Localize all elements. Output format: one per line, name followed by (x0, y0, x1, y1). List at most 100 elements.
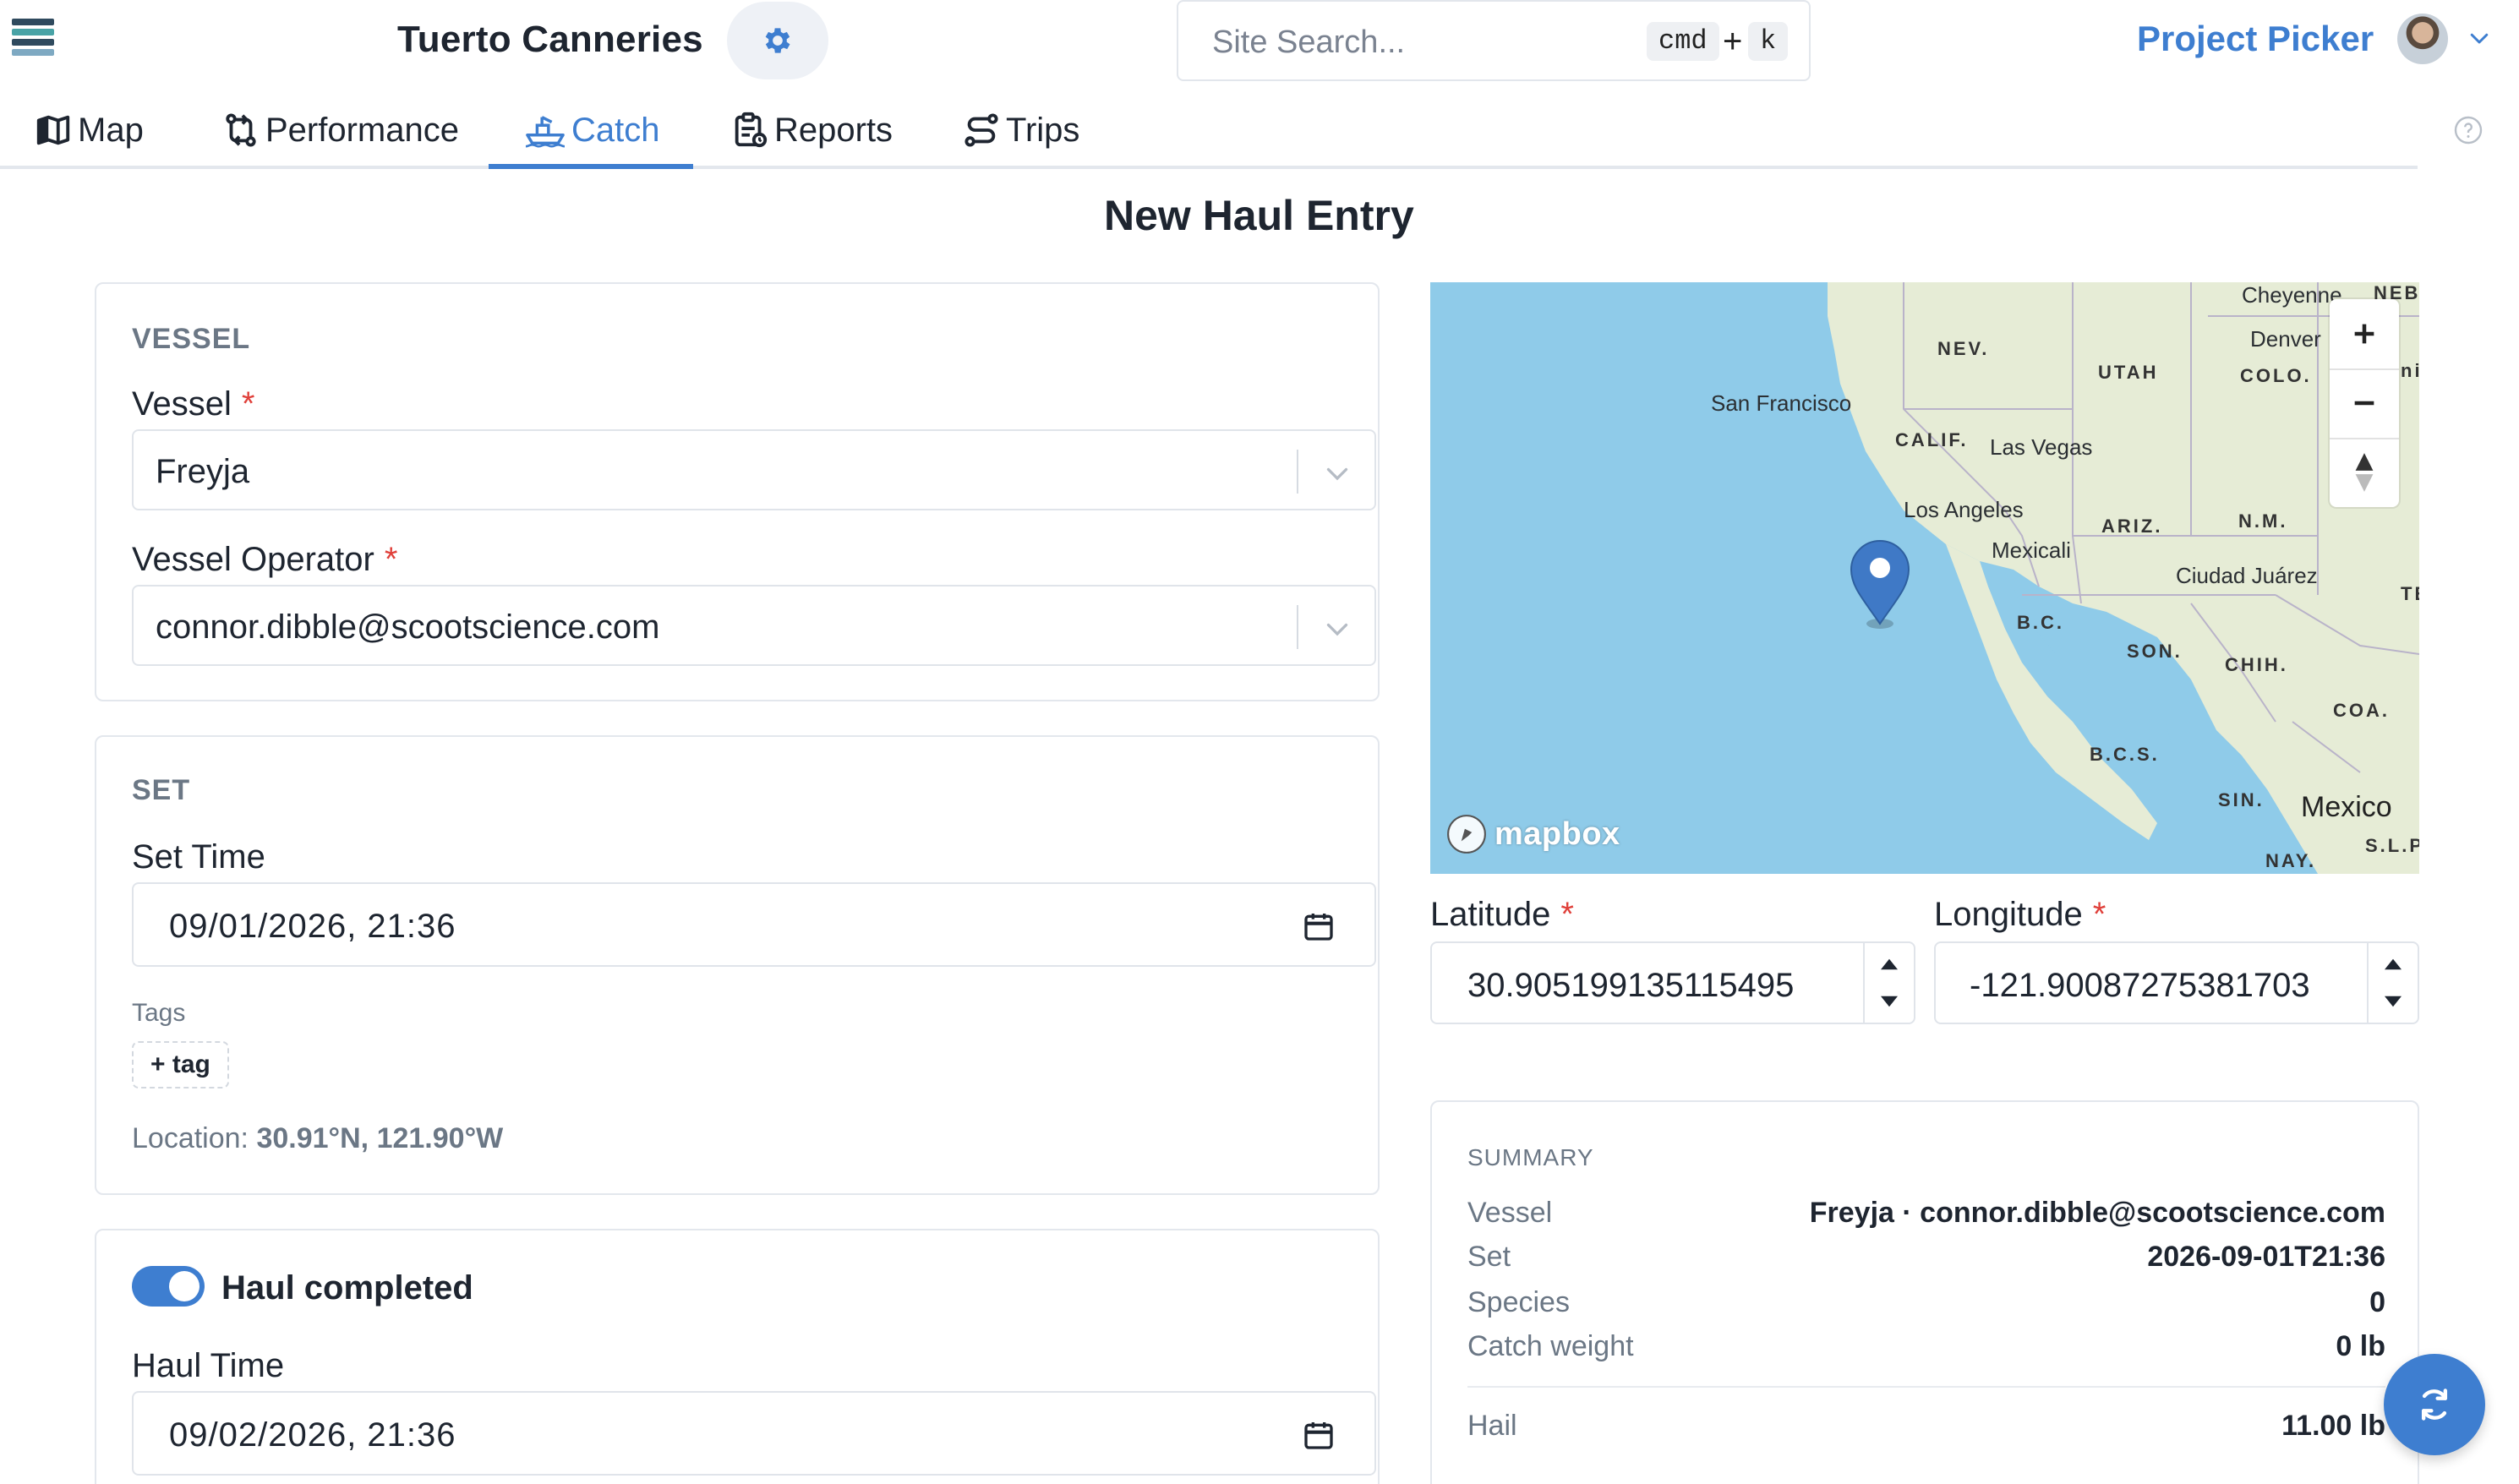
longitude-value: -121.90087275381703 (1970, 967, 2310, 1004)
summary-value: 11.00 lb (2281, 1410, 2385, 1442)
map-label-san-francisco: San Francisco (1711, 390, 1852, 416)
performance-icon (226, 113, 256, 147)
vessel-select[interactable]: Freyja (132, 429, 1376, 510)
longitude-label: Longitude * (1934, 896, 2106, 934)
shortcut-key-cmd: cmd (1647, 22, 1719, 61)
shortcut-key-k: k (1748, 22, 1789, 61)
latitude-spinner (1863, 943, 1914, 1023)
calendar-icon[interactable] (1302, 1418, 1336, 1452)
map-label-cheyenne: Cheyenne (2242, 282, 2342, 308)
spin-up-icon[interactable] (1877, 952, 1902, 977)
active-tab-indicator (489, 164, 693, 169)
vessel-card: VESSEL Vessel * Freyja Vessel Operator * c… (95, 282, 1380, 701)
reset-bearing-button[interactable] (2330, 438, 2399, 507)
map-label-nay: NAY. (2265, 850, 2317, 871)
mapbox-logo-icon (1447, 815, 1486, 854)
longitude-input[interactable]: -121.90087275381703 (1934, 941, 2419, 1024)
gear-icon (765, 28, 790, 53)
select-separator (1297, 605, 1298, 649)
tab-map[interactable]: Map (34, 91, 144, 169)
chevron-down-icon[interactable] (2467, 25, 2492, 51)
tab-performance[interactable]: Performance (221, 91, 459, 169)
map-label-ariz: ARIZ. (2101, 516, 2163, 537)
vessel-label: Vessel * (132, 385, 254, 423)
mapbox-attribution[interactable]: mapbox (1445, 813, 1620, 855)
map-label-mexico: Mexico (2301, 791, 2392, 823)
map-zoom-controls (2330, 299, 2399, 507)
location-prefix: Location: (132, 1122, 249, 1154)
map-label-sin: SIN. (2218, 789, 2265, 810)
map-label-denver: Denver (2250, 326, 2321, 352)
map-label-slp: S.L.P (2365, 835, 2419, 856)
map-label-calif: CALIF. (1895, 429, 1969, 450)
latitude-input[interactable]: 30.905199135115495 (1430, 941, 1915, 1024)
summary-row-set: Set 2026-09-01T21:36 (1467, 1241, 2385, 1278)
project-picker-link[interactable]: Project Picker (2137, 19, 2374, 59)
longitude-spinner (2367, 943, 2418, 1023)
summary-value: Freyja · connor.dibble@scootscience.com (1809, 1197, 2385, 1229)
site-search-input[interactable] (1212, 20, 1618, 64)
avatar[interactable] (2397, 14, 2448, 64)
set-time-input[interactable]: 09/01/2026, 21:36 (132, 882, 1376, 967)
set-time-value: 09/01/2026, 21:36 (169, 908, 456, 945)
vessel-operator-label: Vessel Operator * (132, 541, 397, 579)
summary-key: Vessel (1467, 1197, 1553, 1229)
tab-label: Trips (1006, 111, 1080, 149)
calendar-icon[interactable] (1302, 909, 1336, 943)
vessel-operator-select[interactable]: connor.dibble@scootscience.com (132, 585, 1376, 666)
summary-key: Species (1467, 1286, 1570, 1318)
summary-row-species: Species 0 (1467, 1286, 2385, 1323)
required-mark: * (1560, 896, 1574, 933)
plus-icon (2354, 324, 2374, 344)
summary-value: 2026-09-01T21:36 (2147, 1241, 2385, 1273)
zoom-in-button[interactable] (2330, 299, 2399, 368)
required-mark: * (241, 385, 255, 423)
tab-trips[interactable]: Trips (962, 91, 1079, 169)
chevron-down-icon[interactable] (1322, 614, 1352, 644)
tab-label: Performance (265, 111, 459, 149)
tab-catch[interactable]: Catch (524, 91, 660, 169)
main-tabs: Map Performance Catch Reports Trips (0, 91, 2418, 169)
map-icon (36, 115, 70, 145)
haul-completed-toggle[interactable] (132, 1266, 205, 1307)
vessel-label-text: Vessel (132, 385, 232, 423)
haul-time-value: 09/02/2026, 21:36 (169, 1416, 456, 1454)
tab-label: Catch (571, 111, 660, 149)
sync-button[interactable] (2384, 1354, 2485, 1455)
map-label-ciudad-juarez: Ciudad Juárez (2176, 563, 2318, 588)
tags-label: Tags (132, 999, 186, 1027)
compass-icon (2355, 453, 2374, 492)
haul-time-input[interactable]: 09/02/2026, 21:36 (132, 1391, 1376, 1476)
summary-row-catch-weight: Catch weight 0 lb (1467, 1330, 2385, 1367)
map-pin-icon (1850, 540, 1910, 629)
vessel-operator-label-text: Vessel Operator (132, 541, 374, 578)
add-tag-button[interactable]: + tag (132, 1041, 229, 1088)
tab-reports[interactable]: Reports (730, 91, 893, 169)
help-icon[interactable] (2453, 115, 2483, 145)
app-logo-icon[interactable] (12, 19, 54, 61)
spin-up-icon[interactable] (2380, 952, 2406, 977)
tabs-divider (0, 166, 2418, 169)
spin-down-icon[interactable] (2380, 989, 2406, 1014)
location-map[interactable]: Cheyenne NEB Denver ni NEV. UTAH COLO. S… (1430, 282, 2419, 874)
map-label-mexicali: Mexicali (1992, 537, 2071, 563)
summary-divider (1467, 1386, 2385, 1388)
location-value: 30.91°N, 121.90°W (256, 1122, 504, 1154)
site-search-box[interactable]: cmd + k (1177, 0, 1811, 81)
refresh-icon (2421, 1389, 2448, 1421)
settings-button[interactable] (727, 2, 828, 79)
minus-icon (2354, 401, 2374, 406)
zoom-out-button[interactable] (2330, 368, 2399, 438)
chevron-down-icon[interactable] (1322, 458, 1352, 488)
spin-down-icon[interactable] (1877, 989, 1902, 1014)
summary-row-hail: Hail 11.00 lb (1467, 1410, 2385, 1447)
map-label-son: SON. (2127, 641, 2183, 662)
select-separator (1297, 450, 1298, 494)
route-icon (964, 113, 998, 147)
map-label-chih: CHIH. (2225, 654, 2288, 675)
map-label-nm: N.M. (2238, 510, 2288, 532)
haul-completed-label: Haul completed (221, 1269, 473, 1307)
vessel-section-title: VESSEL (132, 323, 251, 355)
latitude-value: 30.905199135115495 (1467, 967, 1795, 1004)
set-time-label: Set Time (132, 838, 265, 876)
